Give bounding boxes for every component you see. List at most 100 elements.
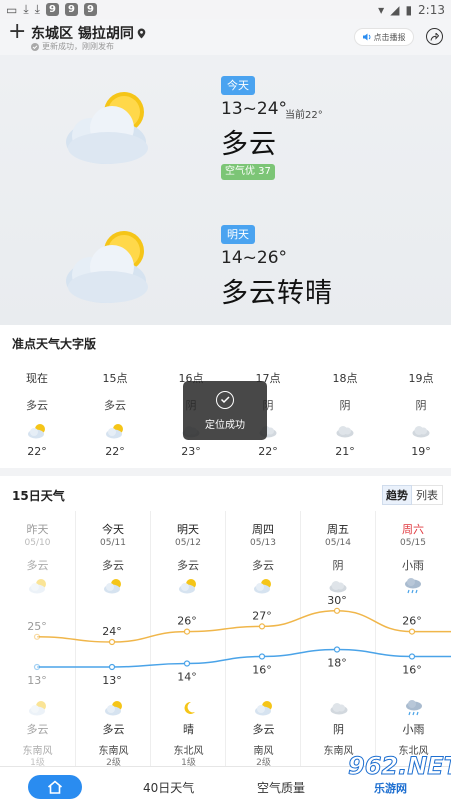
day-name: 明天	[177, 523, 199, 536]
notification-badge: 9	[45, 3, 59, 16]
day-name: 周六	[402, 523, 424, 536]
night-condition: 多云	[252, 723, 275, 736]
day-date: 05/14	[325, 538, 351, 548]
day-column[interactable]: 今天 05/11 多云 多云 东南风 2级	[75, 511, 151, 768]
day-name: 周五	[327, 523, 349, 536]
moon-icon	[151, 699, 226, 717]
day-date: 05/13	[250, 538, 276, 548]
day-column[interactable]: 周五 05/14 阴阴东南风	[300, 511, 375, 766]
night-condition: 多云	[26, 723, 49, 736]
clock: 2:13	[418, 2, 445, 17]
partly-cloudy-icon	[66, 231, 148, 303]
night-condition: 多云	[102, 723, 125, 736]
hour-condition: 多云	[104, 399, 126, 412]
status-bar: ▭ ⤓ ⤓ 9 9 9 ▾ ◢ ▮ 2:13	[0, 0, 451, 19]
day-condition: 阴	[332, 559, 344, 572]
notification-badge: 9	[83, 3, 97, 16]
tab-trend[interactable]: 趋势	[382, 485, 412, 505]
weather-app-screen: { "status_bar": {"time": "2:13", "badges…	[0, 0, 451, 803]
view-tabs: 趋势 列表	[382, 485, 443, 505]
day-column[interactable]: 明天 05/12 多云晴东北风 1级	[150, 511, 226, 768]
home-button[interactable]	[28, 775, 82, 799]
share-button[interactable]	[426, 28, 443, 45]
day-column[interactable]: 昨天 05/10 多云 多云 东南风 1级	[0, 511, 75, 768]
day-date: 05/10	[24, 538, 51, 548]
notification-icon: ▭	[6, 2, 18, 17]
toast-label: 定位成功	[205, 420, 245, 431]
speaker-icon	[362, 33, 370, 41]
check-circle-icon	[31, 42, 39, 51]
share-icon	[430, 32, 439, 41]
day-condition: 多云	[252, 559, 274, 572]
partly-cloudy-icon	[226, 577, 300, 595]
aqi-badge[interactable]: 空气优 37	[221, 164, 275, 180]
daily-forecast: 15日天气 趋势 列表 昨天 05/10 多云 多云 东南风 1级 今天 05/11 多云 多云东…	[0, 476, 451, 768]
hour-temp: 22°	[258, 445, 278, 458]
daily-title: 15日天气	[12, 489, 65, 503]
cloud-icon	[301, 577, 375, 595]
day-name: 今天	[102, 523, 124, 536]
day-date: 05/12	[175, 538, 201, 548]
hour-condition: 阴	[339, 399, 351, 412]
partly-cloudy-icon	[90, 420, 140, 442]
hour-label: 19点	[408, 372, 434, 385]
forecast-hero: 今天 13~24° 当前22° 多云 空气优 37 明天 14~26° 多云转晴	[0, 55, 451, 325]
hour-temp: 22°	[27, 445, 47, 458]
hourly-item: 18点阴 21°	[320, 370, 370, 458]
location-name: 东城区 锡拉胡同	[31, 26, 134, 42]
partly-cloudy-icon	[76, 577, 150, 595]
wifi-icon: ▾	[378, 2, 385, 17]
hourly-item: 19点阴 19°	[396, 370, 446, 458]
partly-cloudy-icon	[0, 577, 75, 595]
signal-icon: ◢	[390, 2, 400, 17]
hourly-item: 现在多云 22°	[12, 370, 62, 458]
night-condition: 阴	[333, 723, 344, 736]
broadcast-button[interactable]: 点击播报	[354, 28, 414, 46]
location-toast: 定位成功	[183, 381, 267, 440]
partly-cloudy-icon	[12, 420, 62, 442]
day-date: 05/11	[100, 538, 126, 548]
day-name: 昨天	[26, 523, 49, 536]
day-column[interactable]: 周六 05/15 小雨 小雨 东北风	[375, 511, 450, 766]
day-condition: 多云	[26, 559, 49, 572]
day-column[interactable]: 周四 05/13 多云 多云 南风 2级	[225, 511, 301, 768]
location-title[interactable]: 东城区 锡拉胡同	[31, 23, 146, 43]
partly-cloudy-icon	[76, 699, 151, 717]
partly-cloudy-icon	[226, 699, 301, 717]
hourly-item: 15点多云 22°	[90, 370, 140, 458]
update-note: 更新成功，刚刚发布	[42, 42, 114, 51]
today-pill: 今天	[221, 76, 255, 95]
hourly-title: 准点天气大字版	[12, 337, 97, 351]
tab-list[interactable]: 列表	[412, 485, 443, 505]
partly-cloudy-icon	[66, 92, 148, 164]
update-status: 更新成功，刚刚发布	[31, 41, 114, 52]
hour-temp: 19°	[411, 445, 431, 458]
notification-badge: 9	[64, 3, 78, 16]
hour-temp: 23°	[181, 445, 201, 458]
rain-icon	[376, 577, 450, 595]
hour-condition: 多云	[26, 399, 48, 412]
day-date: 05/15	[400, 538, 426, 548]
day-condition: 多云	[102, 559, 124, 572]
hour-label: 15点	[102, 372, 128, 385]
tomorrow-temp-range: 14~26°	[221, 248, 288, 268]
watermark-brand: 962.NET	[347, 752, 451, 781]
nav-40-day[interactable]: 40日天气	[143, 779, 194, 796]
download-icon: ⤓	[23, 2, 29, 16]
day-condition: 多云	[177, 559, 199, 572]
broadcast-label: 点击播报	[373, 32, 406, 42]
hour-temp: 22°	[105, 445, 125, 458]
partly-cloudy-icon	[0, 699, 75, 717]
download-icon: ⤓	[34, 2, 40, 16]
home-icon	[47, 780, 63, 794]
add-city-button[interactable]: +	[8, 21, 26, 43]
nav-air-quality[interactable]: 空气质量	[257, 779, 305, 796]
current-temp: 当前22°	[285, 110, 323, 121]
check-icon	[216, 391, 234, 409]
night-condition: 小雨	[402, 723, 425, 736]
battery-icon: ▮	[405, 2, 413, 17]
cloud-icon	[320, 420, 370, 442]
day-condition: 小雨	[402, 559, 424, 572]
hour-label: 现在	[26, 372, 48, 385]
watermark-sub: 乐游网	[374, 782, 407, 795]
